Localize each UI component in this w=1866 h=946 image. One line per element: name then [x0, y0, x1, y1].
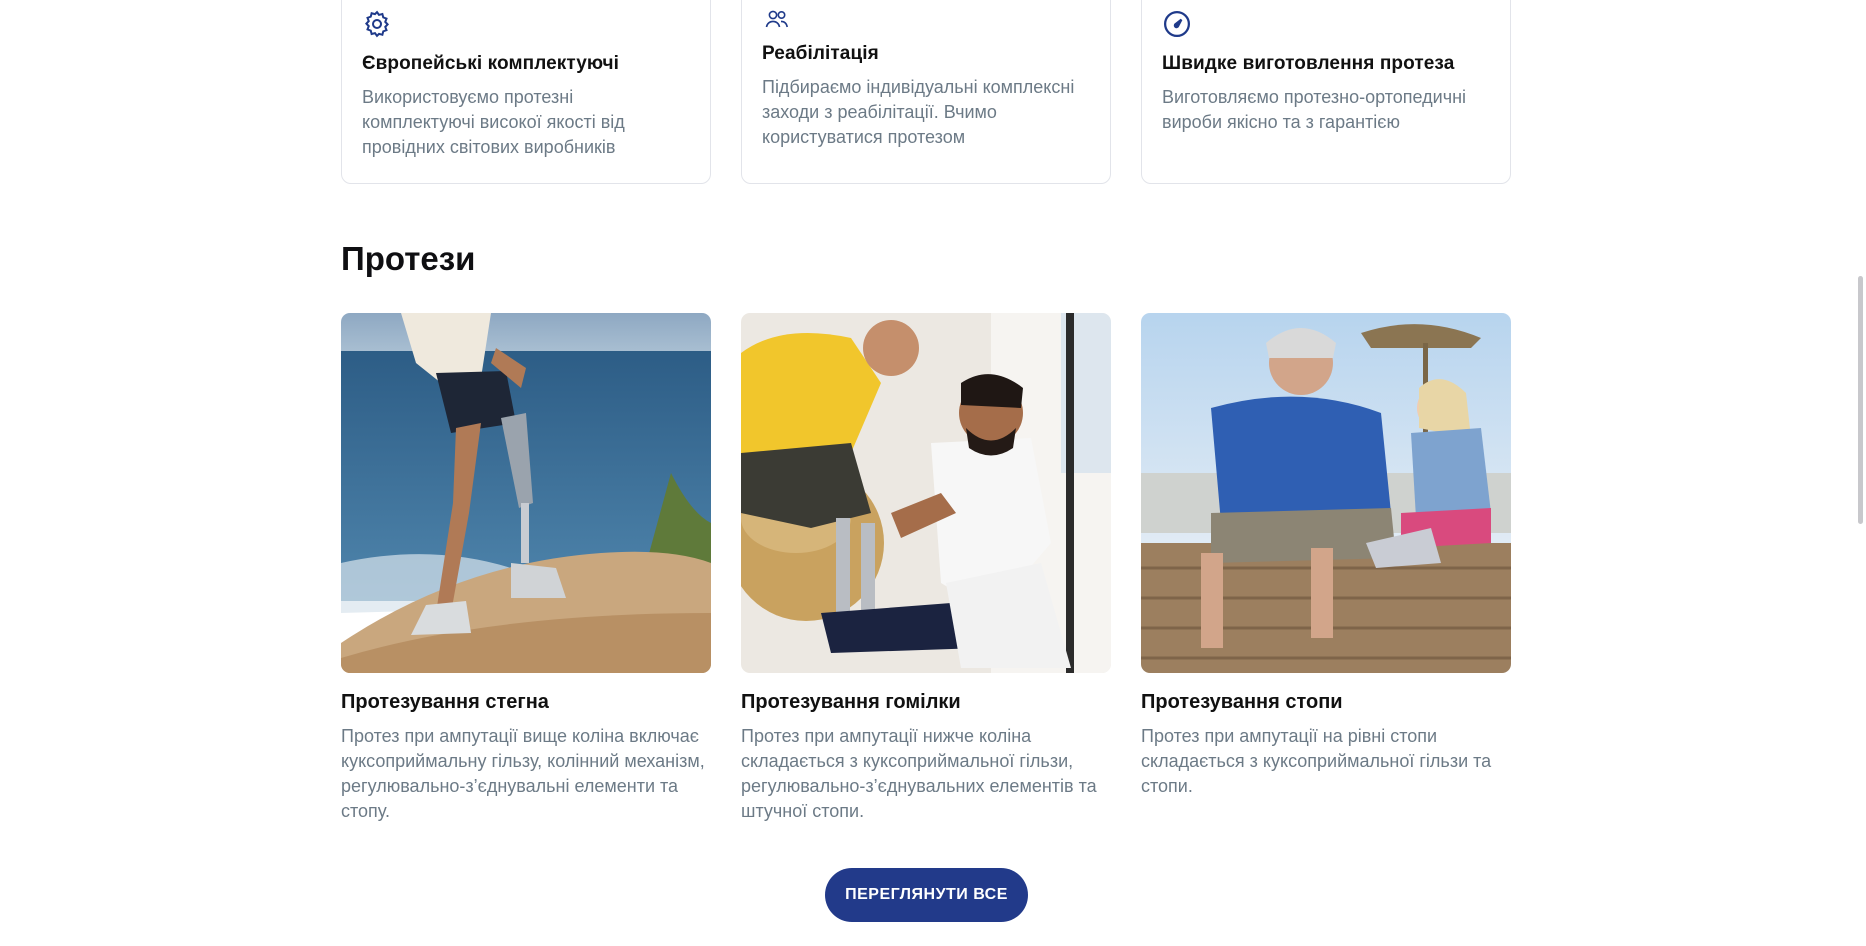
product-card-shin[interactable]: Протезування гомілки Протез при ампутаці…	[741, 313, 1111, 824]
feature-title: Європейські комплектуючі	[362, 53, 620, 74]
view-all-button[interactable]: ПЕРЕГЛЯНУТИ ВСЕ	[825, 868, 1028, 922]
feature-title: Реабілітація	[762, 43, 879, 64]
scrollbar[interactable]	[1854, 0, 1866, 946]
speed-icon	[1164, 11, 1190, 37]
product-card-thigh[interactable]: Протезування стегна Протез при ампутації…	[341, 313, 711, 824]
feature-card-components: Європейські комплектуючі Використовуємо …	[341, 0, 711, 184]
features-section: Європейські комплектуючі Використовуємо …	[341, 0, 1511, 184]
feature-card-fast-production: Швидке виготовлення протеза Виготовляємо…	[1141, 0, 1511, 184]
feature-card-rehabilitation: Реабілітація Підбираємо індивідуальні ко…	[741, 0, 1111, 184]
product-title[interactable]: Протезування гомілки	[741, 691, 1111, 714]
product-card-foot[interactable]: Протезування стопи Протез при ампутації …	[1141, 313, 1511, 799]
feature-title: Швидке виготовлення протеза	[1162, 53, 1455, 74]
feature-text: Підбираємо індивідуальні комплексні захо…	[762, 77, 1075, 147]
product-title[interactable]: Протезування стегна	[341, 691, 711, 714]
section-title: Протези	[341, 240, 476, 277]
product-text: Протез при ампутації на рівні стопи скла…	[1141, 726, 1492, 796]
product-text: Протез при ампутації вище коліна включає…	[341, 726, 705, 821]
product-title[interactable]: Протезування стопи	[1141, 691, 1511, 714]
product-photo-foot[interactable]	[1141, 313, 1511, 673]
gear-icon	[364, 10, 390, 38]
users-icon	[765, 10, 788, 28]
feature-text: Використовуємо протезні комплектуючі вис…	[362, 87, 625, 157]
feature-text: Виготовляємо протезно-ортопедичні вироби…	[1162, 87, 1467, 132]
product-photo-thigh[interactable]	[341, 313, 711, 673]
scrollbar-thumb[interactable]	[1858, 276, 1863, 524]
product-photo-shin[interactable]	[741, 313, 1111, 673]
product-text: Протез при ампутації нижче коліна склада…	[741, 726, 1097, 821]
